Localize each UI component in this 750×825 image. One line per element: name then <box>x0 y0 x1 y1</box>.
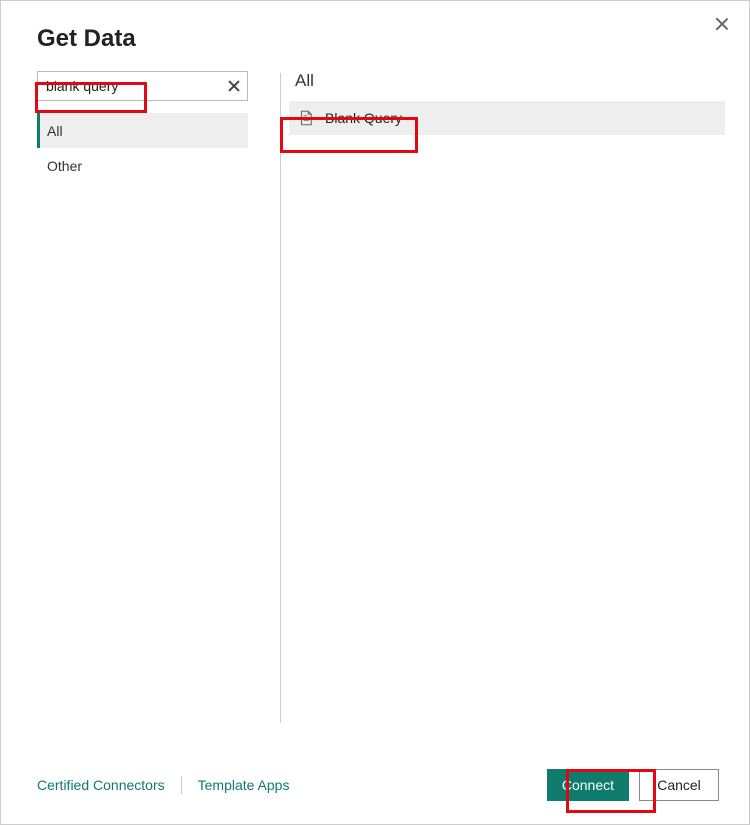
get-data-dialog: Get Data All Other All Blank Query <box>0 0 750 825</box>
result-blank-query[interactable]: Blank Query <box>289 101 725 135</box>
category-all[interactable]: All <box>37 113 248 148</box>
connect-button[interactable]: Connect <box>547 769 629 801</box>
footer-separator <box>181 776 182 794</box>
search-input[interactable] <box>46 78 227 94</box>
vertical-divider <box>280 73 281 723</box>
results-panel: All Blank Query <box>289 65 725 746</box>
panel-heading: All <box>289 67 725 101</box>
dialog-footer: Certified Connectors Template Apps Conne… <box>1 746 749 824</box>
category-label: Other <box>47 158 82 174</box>
dialog-title: Get Data <box>37 25 713 53</box>
dialog-body: All Other All Blank Query <box>1 65 749 746</box>
footer-links: Certified Connectors Template Apps <box>37 776 289 794</box>
cancel-button[interactable]: Cancel <box>639 769 719 801</box>
category-other[interactable]: Other <box>37 148 248 183</box>
category-label: All <box>47 123 63 139</box>
document-icon <box>297 109 315 127</box>
search-field[interactable] <box>37 71 248 101</box>
dialog-header: Get Data <box>1 1 749 65</box>
link-certified-connectors[interactable]: Certified Connectors <box>37 777 165 793</box>
link-template-apps[interactable]: Template Apps <box>198 777 290 793</box>
result-label: Blank Query <box>325 110 402 126</box>
clear-search-icon[interactable] <box>227 79 239 93</box>
sidebar: All Other <box>37 65 262 746</box>
close-icon[interactable] <box>715 17 729 31</box>
